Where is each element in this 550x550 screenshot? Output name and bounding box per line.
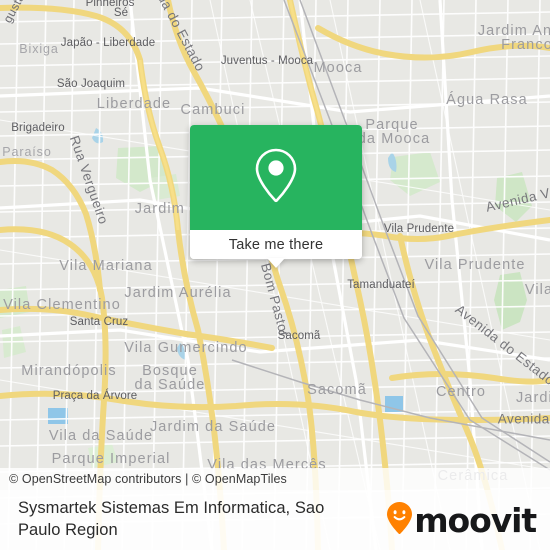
popup-footer[interactable]: Take me there — [190, 230, 362, 268]
location-title: Sysmartek Sistemas Em Informatica, Sao P… — [18, 499, 325, 539]
moovit-location-card: gusta Pinheiros Sé Bixiga Japão - Liberdade R… — [0, 0, 550, 550]
take-me-there-button[interactable]: Take me there — [229, 237, 323, 253]
map-pin-icon — [254, 146, 298, 209]
footer-bar: Sysmartek Sistemas Em Informatica, Sao P… — [0, 490, 550, 550]
location-popup-card[interactable]: Take me there — [190, 125, 362, 268]
moovit-smiley-pin-icon — [386, 501, 413, 540]
popup-pointer-tail — [267, 258, 285, 268]
map-attribution-bar: © OpenStreetMap contributors | © OpenMap… — [0, 468, 550, 490]
moovit-wordmark: moovit — [414, 500, 537, 540]
attribution-text[interactable]: © OpenStreetMap contributors | © OpenMap… — [0, 472, 287, 486]
moovit-logo[interactable]: moovit — [386, 500, 537, 540]
popup-header — [190, 125, 362, 230]
